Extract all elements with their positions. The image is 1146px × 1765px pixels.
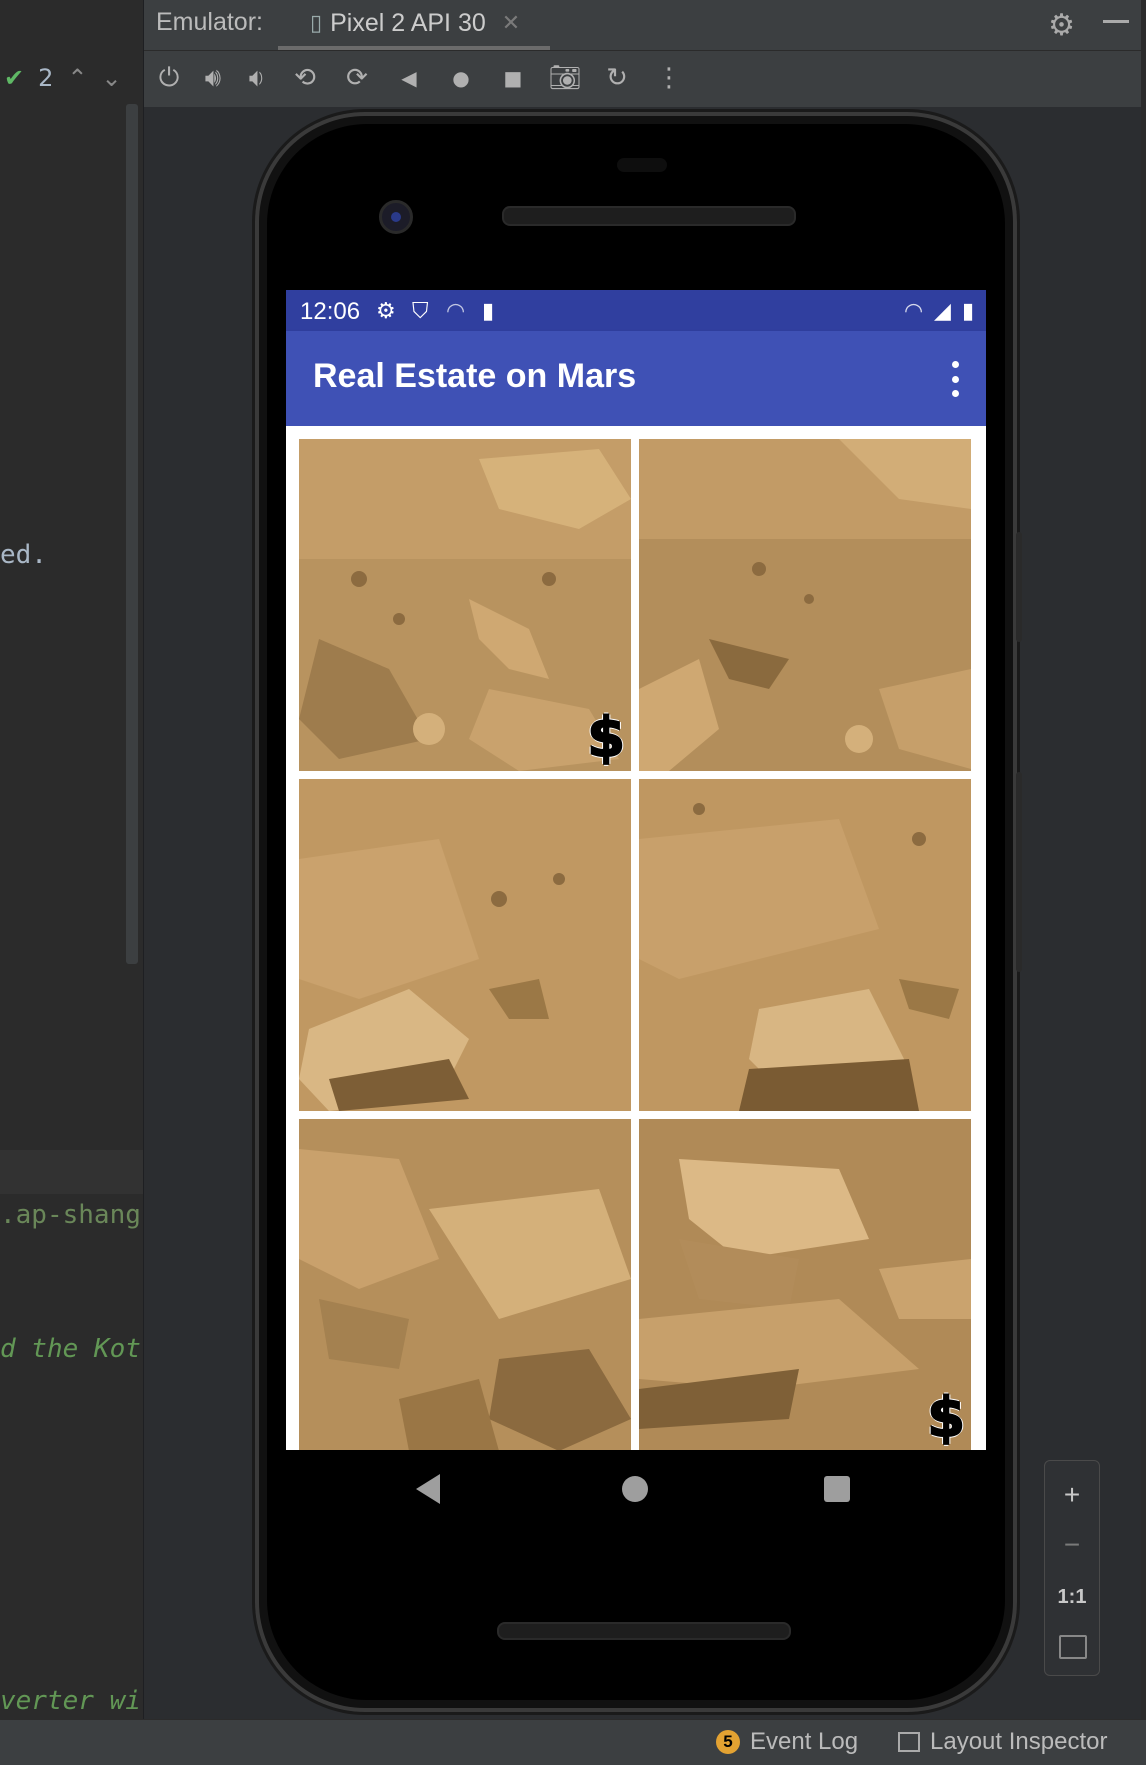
code-line: d the Kotl: [0, 1334, 143, 1364]
mars-photo: [299, 1119, 631, 1450]
code-line: ed.: [0, 540, 47, 570]
rotate-left-icon[interactable]: ⟲: [288, 61, 322, 95]
home-icon[interactable]: ●: [444, 61, 478, 95]
device-screen: 12:06 ⚙ ⛉ ◠ ▮ ◠ ◢ ▮ Real Estate on Mars: [286, 290, 986, 1450]
property-grid: $ $: [286, 426, 986, 1450]
event-log-label: Event Log: [750, 1728, 859, 1755]
emulator-label: Emulator:: [156, 8, 263, 36]
settings-icon: ⚙: [376, 298, 396, 323]
minimize-icon[interactable]: [1103, 20, 1129, 23]
power-icon[interactable]: ⏻: [152, 61, 186, 95]
android-status-bar: 12:06 ⚙ ⛉ ◠ ▮ ◠ ◢ ▮: [286, 290, 986, 331]
earpiece: [617, 158, 667, 172]
zoom-controls: + − 1:1: [1044, 1460, 1100, 1676]
zoom-fit-icon[interactable]: [1059, 1635, 1087, 1659]
property-tile[interactable]: $: [639, 1119, 971, 1450]
mars-photo: [639, 1119, 971, 1450]
layout-inspector-button[interactable]: Layout Inspector: [898, 1728, 1107, 1756]
editor-inspection-bar: ✔ 2 ⌃ ⌄: [0, 50, 147, 106]
property-tile[interactable]: [299, 1119, 631, 1450]
sd-card-icon: ▮: [482, 298, 495, 323]
battery-icon: ▮: [962, 298, 975, 323]
property-tile[interactable]: $: [299, 439, 631, 771]
volume-down-icon[interactable]: 🔉︎: [240, 61, 274, 95]
inspection-count: 2: [38, 64, 54, 92]
screenshot-icon[interactable]: 📷︎: [548, 61, 582, 95]
gear-icon[interactable]: ⚙: [1048, 8, 1075, 43]
editor-scrollbar[interactable]: [126, 104, 138, 964]
back-icon[interactable]: ◀: [392, 61, 426, 95]
price-tag-icon: $: [586, 705, 626, 770]
property-tile[interactable]: [639, 779, 971, 1111]
emulator-header: Emulator: ▯ Pixel 2 API 30 ✕ ⚙: [144, 0, 1141, 51]
snapshot-icon[interactable]: ↻: [600, 61, 634, 95]
chevron-up-icon[interactable]: ⌃: [67, 64, 87, 92]
code-line: verter wit: [0, 1686, 143, 1716]
event-log-button[interactable]: 5 Event Log: [716, 1728, 858, 1756]
shield-icon: ⛉: [412, 298, 429, 323]
volume-up-icon[interactable]: 🔊︎: [196, 61, 230, 95]
ide-status-bar: 5 Event Log Layout Inspector: [0, 1719, 1146, 1765]
check-icon[interactable]: ✔: [4, 64, 24, 92]
zoom-out-button[interactable]: −: [1045, 1519, 1099, 1571]
more-icon[interactable]: ⋮: [652, 61, 686, 95]
overview-icon[interactable]: ■: [496, 61, 530, 95]
volume-rocker[interactable]: [1016, 772, 1022, 972]
status-time: 12:06: [300, 298, 361, 325]
event-count-badge: 5: [716, 1730, 740, 1754]
device-icon: ▯: [310, 10, 323, 35]
property-tile[interactable]: [639, 439, 971, 771]
close-icon[interactable]: ✕: [502, 10, 520, 36]
emulator-toolbar: ⏻ 🔊︎ 🔉︎ ⟲ ⟳ ◀ ● ■ 📷︎ ↻ ⋮: [144, 51, 1141, 107]
power-button[interactable]: [1016, 532, 1022, 642]
app-toolbar: Real Estate on Mars: [286, 331, 986, 426]
zoom-in-button[interactable]: +: [1045, 1469, 1099, 1521]
mars-photo: [639, 439, 971, 771]
rotate-right-icon[interactable]: ⟳: [340, 61, 374, 95]
layout-inspector-icon: [898, 1732, 920, 1752]
zoom-actual-size-button[interactable]: 1:1: [1045, 1571, 1099, 1623]
mars-photo: [299, 779, 631, 1111]
editor-panel: ✔ 2 ⌃ ⌄ ed. .ap-shangh d the Kotl verter…: [0, 0, 144, 1764]
mars-photo: [639, 779, 971, 1111]
wifi-off-icon: ◠: [904, 298, 924, 323]
price-tag-icon: $: [926, 1385, 966, 1450]
top-speaker: [502, 206, 796, 226]
chevron-down-icon[interactable]: ⌄: [102, 64, 122, 92]
code-line: .ap-shangh: [0, 1200, 143, 1230]
app-title: Real Estate on Mars: [313, 357, 637, 395]
mars-photo: [299, 439, 631, 771]
layout-inspector-label: Layout Inspector: [930, 1728, 1108, 1755]
signal-icon: ◢: [934, 298, 951, 323]
nav-home-icon[interactable]: [622, 1476, 648, 1502]
camera-icon: [379, 200, 413, 234]
right-edge: [1141, 0, 1146, 1764]
panel-divider: [0, 1150, 143, 1194]
nav-back-icon[interactable]: [416, 1474, 440, 1504]
overflow-menu-icon[interactable]: [950, 361, 960, 397]
wifi-question-icon: ◠: [446, 298, 466, 323]
device-tab-label: Pixel 2 API 30: [330, 8, 486, 37]
android-nav-bar: [286, 1450, 986, 1530]
nav-recents-icon[interactable]: [824, 1476, 850, 1502]
property-tile[interactable]: [299, 779, 631, 1111]
tab-device[interactable]: ▯ Pixel 2 API 30 ✕: [278, 0, 550, 50]
bottom-speaker: [497, 1622, 791, 1640]
